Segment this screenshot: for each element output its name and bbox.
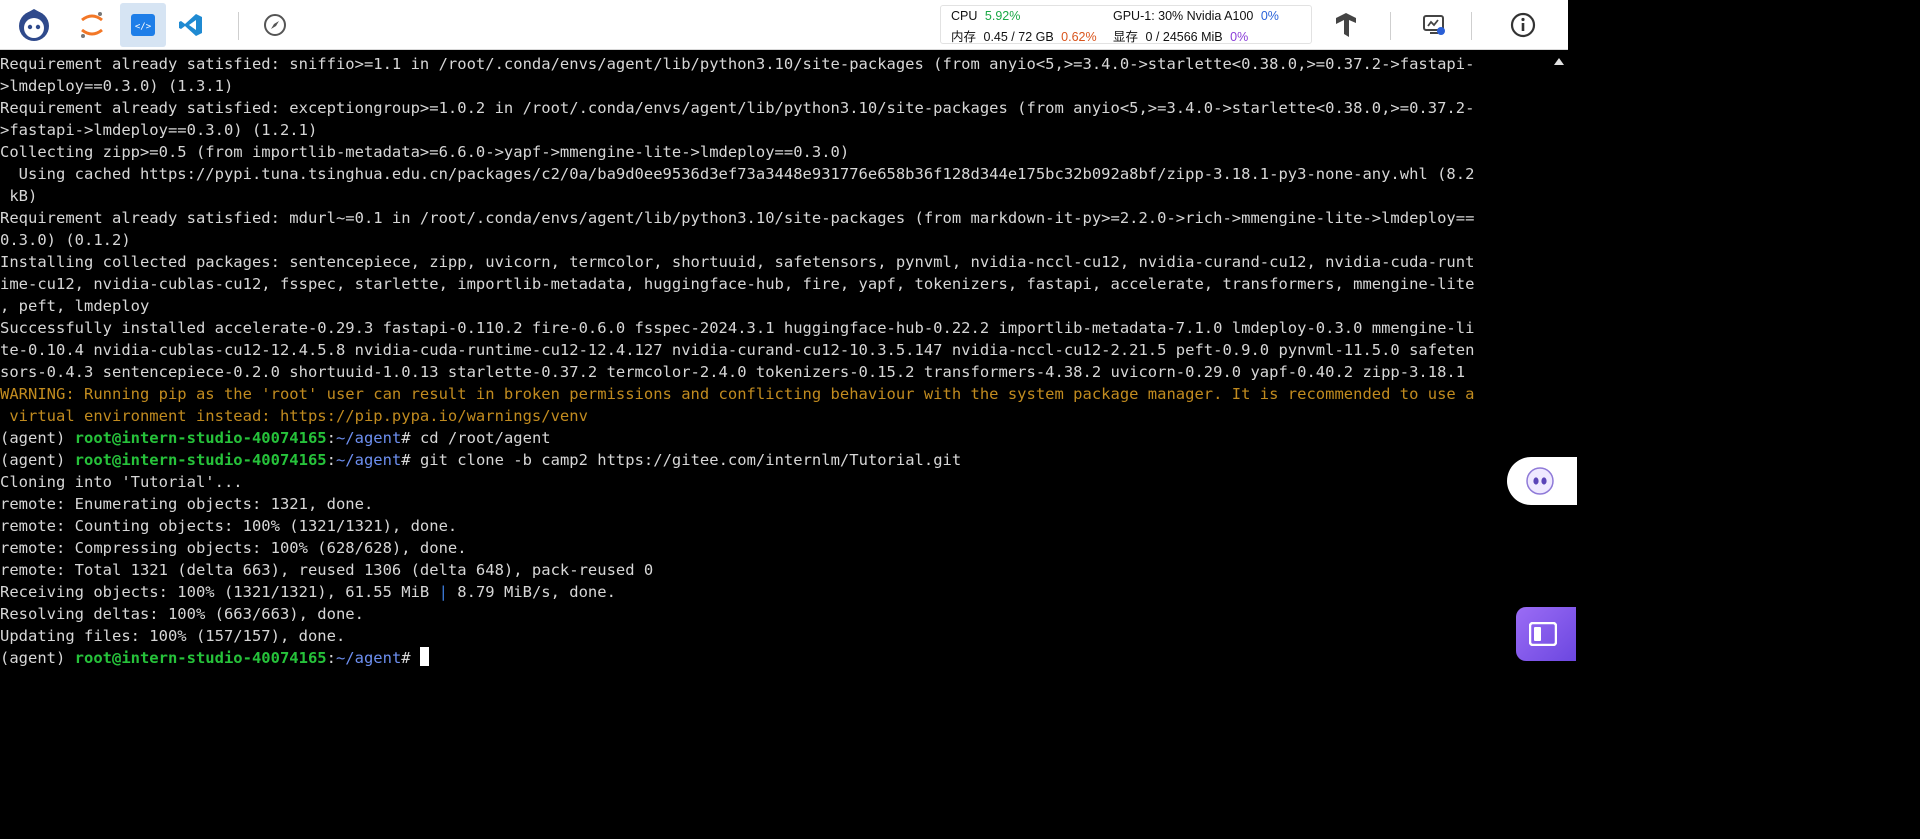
prompt-env: (agent) [0, 649, 75, 667]
terminal-line: sors-0.4.3 sentencepiece-0.2.0 shortuuid… [0, 363, 1466, 381]
toolbar-divider [238, 12, 239, 40]
terminal-line: >lmdeploy==0.3.0) (1.3.1) [0, 77, 234, 95]
terminal-scrollbar[interactable] [1550, 50, 1568, 685]
receiving-rate: 8.79 MiB/s, done. [447, 583, 616, 601]
prompt-path: ~/agent [335, 429, 402, 447]
prompt-line: (agent) root@intern-studio-40074165:~/ag… [0, 427, 1550, 449]
terminal-cursor[interactable] [419, 647, 429, 666]
bot-face-icon [1526, 467, 1554, 495]
jupyter-icon[interactable] [72, 5, 112, 45]
terminal-line: Resolving deltas: 100% (663/663), done. [0, 605, 364, 623]
monitor-settings-icon[interactable] [1414, 5, 1454, 45]
command-text: git clone -b camp2 https://gitee.com/int… [419, 451, 962, 469]
intern-logo-icon[interactable] [14, 5, 54, 45]
prompt-user-host: root@intern-studio-40074165 [74, 429, 327, 447]
prompt-env: (agent) [0, 451, 75, 469]
terminal-line: Collecting zipp>=0.5 (from importlib-met… [0, 143, 850, 161]
terminal-line: Cloning into 'Tutorial'... [0, 473, 243, 491]
tensorflow-icon[interactable] [1326, 5, 1366, 45]
terminal-line: Installing collected packages: sentencep… [0, 253, 1475, 271]
terminal-line: te-0.10.4 nvidia-cublas-cu12-12.4.5.8 nv… [0, 341, 1475, 359]
terminal-output[interactable]: Requirement already satisfied: sniffio>=… [0, 53, 1550, 685]
resource-monitor: CPU 5.92% 内存 0.45 / 72 GB 0.62% GPU-1: 3… [940, 5, 1312, 44]
terminal-line: , peft, lmdeploy [0, 297, 150, 315]
prompt-env: (agent) [0, 429, 75, 447]
terminal-line: Requirement already satisfied: sniffio>=… [0, 55, 1475, 73]
info-icon[interactable] [1503, 5, 1543, 45]
warning-line: WARNING: Running pip as the 'root' user … [0, 385, 1475, 403]
side-panel-toggle-button[interactable] [1516, 607, 1576, 661]
terminal-line: remote: Enumerating objects: 1321, done. [0, 495, 374, 513]
mem-value: 0.45 / 72 GB [983, 30, 1054, 44]
prompt-line: (agent) root@intern-studio-40074165:~/ag… [0, 647, 1550, 669]
gpu-percent: 0% [1260, 9, 1279, 23]
vscode-icon[interactable] [171, 5, 211, 45]
receiving-text: Receiving objects: 100% (1321/1321), 61.… [0, 583, 439, 601]
terminal-line: remote: Counting objects: 100% (1321/132… [0, 517, 458, 535]
terminal-line: Updating files: 100% (157/157), done. [0, 627, 346, 645]
assistant-bot-button[interactable] [1507, 457, 1577, 505]
vram-percent: 0% [1230, 30, 1249, 44]
terminal-line: Requirement already satisfied: exception… [0, 99, 1475, 117]
prompt-colon: : [326, 649, 336, 667]
vram-value: 0 / 24566 MiB [1145, 30, 1223, 44]
scroll-up-arrow-icon[interactable] [1554, 58, 1564, 65]
top-toolbar: </> CPU 5.92% 内存 0.45 / 72 GB 0.62% GPU-… [0, 0, 1568, 50]
prompt-path: ~/agent [335, 451, 402, 469]
compass-icon[interactable] [255, 5, 295, 45]
command-text: cd /root/agent [419, 429, 551, 447]
cpu-value: 5.92% [984, 9, 1021, 23]
warning-line: virtual environment instead: https://pip… [0, 407, 588, 425]
mem-label: 内存 [951, 30, 977, 44]
terminal-line: Using cached https://pypi.tuna.tsinghua.… [0, 165, 1475, 183]
terminal-line: >fastapi->lmdeploy==0.3.0) (1.2.1) [0, 121, 318, 139]
prompt-user-host: root@intern-studio-40074165 [74, 451, 327, 469]
gpu-label: GPU-1: 30% Nvidia A100 [1113, 9, 1254, 23]
prompt-symbol: # [401, 451, 420, 469]
terminal-line: ime-cu12, nvidia-cublas-cu12, fsspec, st… [0, 275, 1475, 293]
prompt-colon: : [326, 429, 336, 447]
terminal-line: remote: Compressing objects: 100% (628/6… [0, 539, 467, 557]
prompt-symbol: # [401, 429, 420, 447]
terminal-line: Requirement already satisfied: mdurl~=0.… [0, 209, 1475, 227]
prompt-symbol: # [401, 649, 420, 667]
terminal-line: 0.3.0) (0.1.2) [0, 231, 131, 249]
cpu-label: CPU [951, 9, 978, 23]
terminal-line: remote: Total 1321 (delta 663), reused 1… [0, 561, 654, 579]
svg-text:</>: </> [135, 22, 152, 32]
sidebar-panel-icon [1529, 622, 1557, 646]
receiving-separator: | [438, 583, 448, 601]
prompt-path: ~/agent [335, 649, 402, 667]
code-editor-icon[interactable]: </> [120, 3, 166, 47]
vram-label: 显存 [1113, 30, 1139, 44]
prompt-line: (agent) root@intern-studio-40074165:~/ag… [0, 449, 1550, 471]
prompt-colon: : [326, 451, 336, 469]
terminal-line: kB) [0, 187, 38, 205]
prompt-user-host: root@intern-studio-40074165 [74, 649, 327, 667]
toolbar-divider [1471, 12, 1472, 40]
mem-percent: 0.62% [1061, 30, 1097, 44]
terminal-line: Successfully installed accelerate-0.29.3… [0, 319, 1475, 337]
toolbar-divider [1390, 12, 1391, 40]
receiving-line: Receiving objects: 100% (1321/1321), 61.… [0, 581, 1550, 603]
